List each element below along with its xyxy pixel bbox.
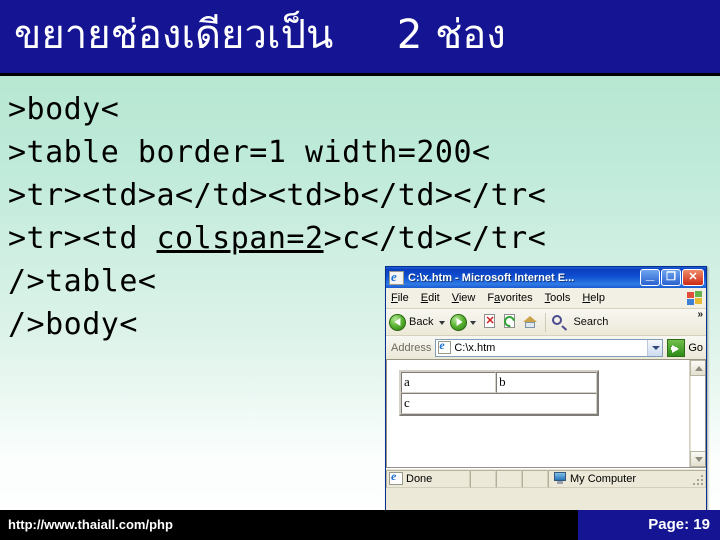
code-line: >tr><td>a</td><td>b</td></tr< [8, 178, 547, 213]
back-button-label[interactable]: Back [409, 316, 433, 328]
magnifier-glyph [552, 315, 563, 325]
go-button[interactable]: Go [667, 338, 703, 357]
menu-item-view[interactable]: View [452, 292, 476, 304]
scroll-down-triangle [695, 457, 703, 462]
table-row: a b [401, 372, 597, 393]
menu-accel: F [391, 292, 398, 304]
menu-item-edit[interactable]: Edit [421, 292, 440, 304]
browser-title: C:\x.htm - Microsoft Internet E... [408, 271, 575, 284]
back-dropdown-icon[interactable] [439, 321, 446, 325]
address-bar[interactable]: Address C:\x.htm Go [386, 336, 706, 360]
browser-titlebar[interactable]: C:\x.htm - Microsoft Internet E... _ ❐ ✕ [386, 267, 706, 288]
menu-item-file[interactable]: File [391, 292, 409, 304]
scroll-down-icon[interactable] [690, 451, 705, 467]
search-icon[interactable] [550, 313, 568, 331]
house-glyph [523, 316, 538, 328]
toolbar-separator [545, 312, 547, 332]
status-text: Done [406, 472, 433, 485]
slide-title-bar: ขยายช่องเดียวเป็น 2 ช่อง [0, 0, 720, 76]
menu-rest: ools [550, 292, 571, 304]
browser-menubar[interactable]: File Edit View Favorites Tools Help [386, 288, 706, 309]
code-line: >table border=1 width=200< [8, 135, 491, 170]
menu-rest: dit [428, 292, 440, 304]
menu-item-favorites[interactable]: Favorites [487, 292, 532, 304]
status-pane [522, 469, 548, 488]
code-line-colspan: >tr><td colspan=2>c</td></tr< [8, 217, 708, 260]
close-button[interactable]: ✕ [682, 269, 704, 286]
stop-icon[interactable]: ✕ [481, 313, 499, 331]
back-arrow-icon[interactable] [389, 313, 406, 331]
page-title: ขยายช่องเดียวเป็น 2 ช่อง [14, 12, 506, 58]
status-zone-text: My Computer [570, 472, 637, 485]
menu-rest: ile [397, 292, 409, 304]
scroll-up-triangle [695, 366, 703, 371]
monitor-screen [554, 472, 566, 481]
slide-footer: http://www.thaiall.com/php Page: 19 [0, 510, 720, 540]
menu-accel: V [451, 292, 459, 304]
menu-item-help[interactable]: Help [582, 292, 605, 304]
menu-item-tools[interactable]: Tools [545, 292, 571, 304]
table-row: c [401, 393, 597, 414]
browser-window[interactable]: C:\x.htm - Microsoft Internet E... _ ❐ ✕… [385, 266, 707, 512]
rendered-html-table: a b c [399, 370, 599, 416]
windows-flag-icon [686, 290, 703, 306]
menu-rest: iew [458, 292, 476, 304]
monitor-stand [557, 481, 563, 484]
status-zone-pane: My Computer [548, 469, 706, 488]
minimize-button[interactable]: _ [640, 266, 660, 286]
toolbar-overflow-icon[interactable]: » [697, 309, 703, 320]
browser-toolbar[interactable]: Back ✕ Search » [386, 309, 706, 336]
back-arrow-glyph [393, 318, 400, 326]
menu-rest: elp [590, 292, 605, 304]
code-pre: >tr><td [8, 221, 157, 256]
table-cell-a: a [401, 372, 497, 393]
code-line: >body< [8, 92, 120, 127]
menu-rest: vorites [500, 292, 533, 304]
address-label: Address [391, 341, 432, 354]
maximize-icon: ❐ [666, 271, 676, 283]
flag-quadrant [695, 291, 702, 297]
scroll-up-icon[interactable] [690, 360, 705, 376]
footer-page-number: Page: 19 [648, 516, 710, 533]
code-underlined-colspan: colspan=2 [156, 221, 324, 256]
status-left-pane: Done [386, 469, 470, 488]
flag-quadrant [687, 292, 694, 298]
browser-content: a b c [386, 360, 706, 468]
table-cell-c: c [401, 393, 597, 414]
search-button-label[interactable]: Search [573, 316, 608, 328]
stop-x-glyph: ✕ [485, 315, 495, 327]
flag-quadrant [687, 299, 694, 305]
address-input[interactable]: C:\x.htm [435, 338, 664, 357]
my-computer-icon [553, 472, 567, 485]
forward-arrow-glyph [456, 318, 463, 326]
refresh-icon[interactable] [501, 313, 519, 331]
address-value[interactable]: C:\x.htm [454, 342, 647, 354]
forward-arrow-icon[interactable] [450, 313, 468, 331]
slide: ขยายช่องเดียวเป็น 2 ช่อง >body< >table b… [0, 0, 720, 540]
internet-explorer-icon [389, 471, 403, 485]
home-icon[interactable] [521, 313, 539, 331]
minimize-icon: _ [645, 266, 655, 283]
house-body [525, 322, 536, 328]
browser-statusbar: Done My Computer [386, 468, 706, 488]
maximize-button[interactable]: ❐ [661, 269, 681, 286]
internet-explorer-icon [389, 269, 404, 285]
flag-quadrant [695, 298, 702, 304]
status-pane [470, 469, 496, 488]
go-arrow-icon [667, 338, 686, 357]
menu-accel: E [420, 292, 429, 304]
address-page-icon [438, 338, 452, 354]
vertical-scrollbar[interactable] [689, 360, 705, 467]
go-button-label: Go [688, 341, 703, 354]
close-icon: ✕ [688, 271, 698, 283]
scrollbar-track[interactable] [690, 376, 705, 451]
resize-grip-icon[interactable] [693, 475, 704, 486]
footer-url: http://www.thaiall.com/php [8, 517, 173, 532]
table-cell-b: b [496, 372, 597, 393]
chevron-down-icon[interactable] [647, 339, 663, 356]
code-post: >c</td></tr< [323, 221, 547, 256]
footer-page-box: Page: 19 [578, 510, 720, 540]
forward-dropdown-icon[interactable] [470, 321, 477, 325]
status-pane [496, 469, 522, 488]
